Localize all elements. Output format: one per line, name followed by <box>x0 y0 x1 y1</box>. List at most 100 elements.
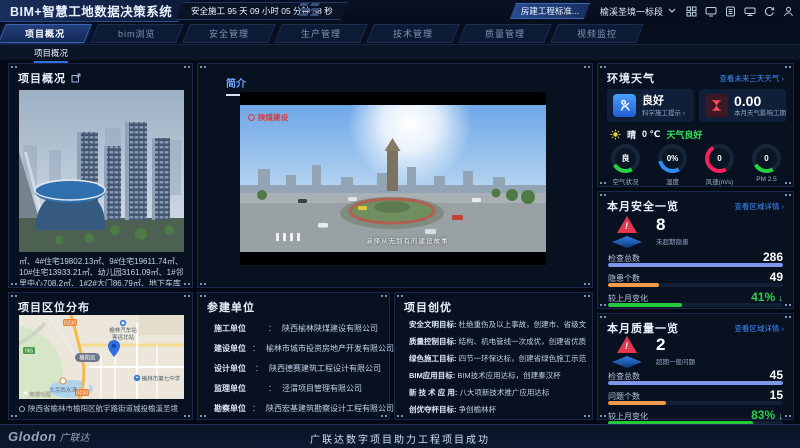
stat-row: 检查总数 286 <box>608 250 783 267</box>
weather-cards: 良好 科学施工提示 › 0.00 本月天气影响工期 <box>607 89 786 122</box>
list-item: 绿色施工目标: 四节一环保达标，创建省绿色施工示范工程 <box>409 354 586 363</box>
project-type-button[interactable]: 房建工程标准... <box>510 3 590 19</box>
video-frame <box>240 105 546 252</box>
current-weather: 晴 0 ℃ 天气良好 <box>610 128 702 141</box>
warning-icon: ! <box>610 336 644 368</box>
gauge-air: 良 空气状况 <box>602 144 649 186</box>
list-item: BIM应用目标: BIM技术应用达标，创建秦汉杯 <box>409 371 561 380</box>
stat-row: 隐患个数 49 <box>608 270 783 287</box>
svg-text:G230: G230 <box>76 391 88 397</box>
safety-detail-link[interactable]: 查看区域详情 › <box>734 201 784 212</box>
tab-project-overview[interactable]: 项目概况 <box>0 24 92 43</box>
gauge-pm25: 0 PM 2.5 <box>743 144 790 186</box>
intro-video-player[interactable]: 陕煤建设 演绎从无到有的建设故事 <box>240 92 546 265</box>
tab-safety-mgmt[interactable]: 安全管理 <box>182 24 276 43</box>
tab-tech-mgmt[interactable]: 技术管理 <box>366 24 460 43</box>
map[interactable]: G230 G230 065 榆林汽车站 客运北站 榆阳区 榆林市第七中学 大京西… <box>19 315 184 399</box>
panel-intro: 简介 陕煤建设 演绎从无到有的建设故事 <box>197 63 593 288</box>
gauge-wind: 0 风速(m/s) <box>696 144 743 186</box>
list-item: 安全文明目标: 杜绝重伤及以上事故，创建市、省级文明工地 <box>409 320 586 329</box>
top-bar: BIM+智慧工地数据决策系统 安全施工 95 天 09 小时 05 分钟 58 … <box>0 0 800 22</box>
top-right-controls: 房建工程标准... 榆溪圣境一标段 <box>510 0 794 22</box>
quality-headline-value: 2 <box>656 335 666 354</box>
video-caption: 演绎从无到有的建设故事 <box>366 238 449 245</box>
safety-stats: 检查总数 286 隐患个数 49 较上月变化 41% ↓ <box>608 250 783 310</box>
video-watermark: 陕煤建设 <box>248 112 288 123</box>
panel-safety-overview: 本月安全一览 查看区域详情 › ! 8 未超期隐患 检查总数 286 隐患个数 49… <box>597 191 794 309</box>
tab-production-mgmt[interactable]: 生产管理 <box>274 24 368 43</box>
header-icon-group <box>686 6 794 17</box>
quality-detail-link[interactable]: 查看区域详情 › <box>734 323 784 334</box>
app-title: BIM+智慧工地数据决策系统 <box>10 5 173 19</box>
gauge-humidity: 0% 湿度 <box>649 144 696 186</box>
project-address: 陕西省榆林市榆阳区航宇路街道城投榆溪圣境 <box>19 403 191 414</box>
chevron-down-icon <box>668 8 676 13</box>
stat-row: 检查总数 45 <box>608 368 783 385</box>
tab-video-monitor[interactable]: 视频监控 <box>550 24 644 43</box>
participants-list: 施工单位：陕西榆林陕煤建设有限公司 建设单位：榆林市城市投资房地产开发有限公司 … <box>214 318 394 418</box>
screen-icon[interactable] <box>744 6 756 17</box>
svg-text:客运北站: 客运北站 <box>112 333 135 341</box>
svg-text:榆阳区: 榆阳区 <box>79 354 96 362</box>
location-icon <box>19 405 25 412</box>
list-item: 质量控制目标: 结构、机电管线一次成优，创建省优质结构工程 <box>409 337 586 346</box>
panel-weather: 环境天气 查看未来三天天气 › 良好 科学施工提示 › 0.00 本月天气影响工… <box>597 63 794 187</box>
project-description: ㎡、4#住宅19802.13㎡、9#住宅19611.74㎡、10#住宅13933… <box>19 257 184 286</box>
quality-stats: 检查总数 45 问题个数 15 较上月变化 83% ↓ <box>608 368 783 428</box>
panel-location-map: 项目区位分布 G230 G230 065 榆林汽车站 客运北站 榆阳区 榆林市第… <box>8 292 193 420</box>
tab-quality-mgmt[interactable]: 质量管理 <box>458 24 552 43</box>
svg-text:榆林市第七中学: 榆林市第七中学 <box>142 375 181 383</box>
tab-bim-view[interactable]: bim浏览 <box>90 24 184 43</box>
warning-icon: ! <box>610 216 644 248</box>
svg-text:大京西水湾: 大京西水湾 <box>49 386 77 394</box>
safety-headline-label: 未超期隐患 <box>656 239 689 246</box>
weather-forecast-link[interactable]: 查看未来三天天气 › <box>719 73 784 84</box>
quality-headline: ! 2 超期一般问题 <box>610 336 695 368</box>
panel-title: 项目区位分布 <box>18 302 90 314</box>
list-item: 施工单位：陕西榆林陕煤建设有限公司 <box>214 323 378 333</box>
svg-text:065: 065 <box>25 349 34 355</box>
monitor-icon[interactable] <box>705 6 717 17</box>
panel-title: 参建单位 <box>207 302 255 314</box>
user-icon[interactable] <box>783 6 794 17</box>
svg-text:高德地图: 高德地图 <box>29 391 52 399</box>
grid-icon[interactable] <box>686 6 697 17</box>
panel-title: 环境天气 <box>607 73 655 85</box>
list-item: 新 技 术 应 用: 八大项新技术推广应用达标 <box>409 388 550 397</box>
panel-quality-overview: 本月质量一览 查看区域详情 › ! 2 超期一般问题 检查总数 45 问题个数 15… <box>597 313 794 425</box>
list-item: 设计单位：陕西德赛建筑工程设计有限公司 <box>214 363 381 373</box>
stat-row: 问题个数 15 <box>608 388 783 405</box>
dashboard: BIM+智慧工地数据决策系统 安全施工 95 天 09 小时 05 分钟 58 … <box>0 0 800 448</box>
panel-excellence: 项目创优 安全文明目标: 杜绝重伤及以上事故，创建市、省级文明工地 质量控制目标… <box>394 292 593 420</box>
quality-headline-label: 超期一般问题 <box>656 359 695 366</box>
excellence-list: 安全文明目标: 杜绝重伤及以上事故，创建市、省级文明工地 质量控制目标: 结构、… <box>409 316 586 418</box>
refresh-icon[interactable] <box>764 6 775 17</box>
list-item: 建设单位：榆林市城市投资房地产开发有限公司 <box>214 343 394 353</box>
document-list-icon[interactable] <box>725 6 736 17</box>
worker-icon <box>613 94 636 117</box>
panel-title: 项目创优 <box>404 302 452 314</box>
list-item: 创优夺杯目标: 争创榆林杯 <box>409 405 497 414</box>
construction-tip-card[interactable]: 良好 科学施工提示 › <box>607 89 694 122</box>
nav-tabs: 项目概况 bim浏览 安全管理 生产管理 技术管理 质量管理 视频监控 <box>0 22 800 44</box>
decoration-slashes <box>298 3 321 16</box>
safety-timer: 安全施工 95 天 09 小时 05 分钟 58 秒 <box>176 2 348 20</box>
stat-row: 较上月变化 41% ↓ <box>608 290 783 307</box>
hourglass-icon <box>705 94 728 117</box>
weather-condition: 晴 <box>627 130 637 140</box>
panel-title: 项目概况 <box>18 73 66 85</box>
breadcrumb-row: 项目概况 <box>0 44 800 63</box>
footer-slogan: 广联达数字项目助力工程项目成功 <box>310 435 490 446</box>
app-title-plate: BIM+智慧工地数据决策系统 <box>0 0 192 22</box>
panel-title: 本月质量一览 <box>607 323 679 335</box>
panel-title: 本月安全一览 <box>607 201 679 213</box>
list-item: 监理单位：泾渭项目管理有限公司 <box>214 383 362 393</box>
expand-icon[interactable] <box>71 73 81 83</box>
safety-headline-value: 8 <box>656 215 666 234</box>
section-selector[interactable]: 榆溪圣境一标段 <box>600 5 676 18</box>
breadcrumb[interactable]: 项目概况 <box>34 47 69 63</box>
svg-text:榆林汽车站: 榆林汽车站 <box>109 326 137 334</box>
sun-icon <box>610 129 621 140</box>
weather-temp: 0 ℃ <box>642 129 661 139</box>
company-logo-icon <box>248 114 255 121</box>
